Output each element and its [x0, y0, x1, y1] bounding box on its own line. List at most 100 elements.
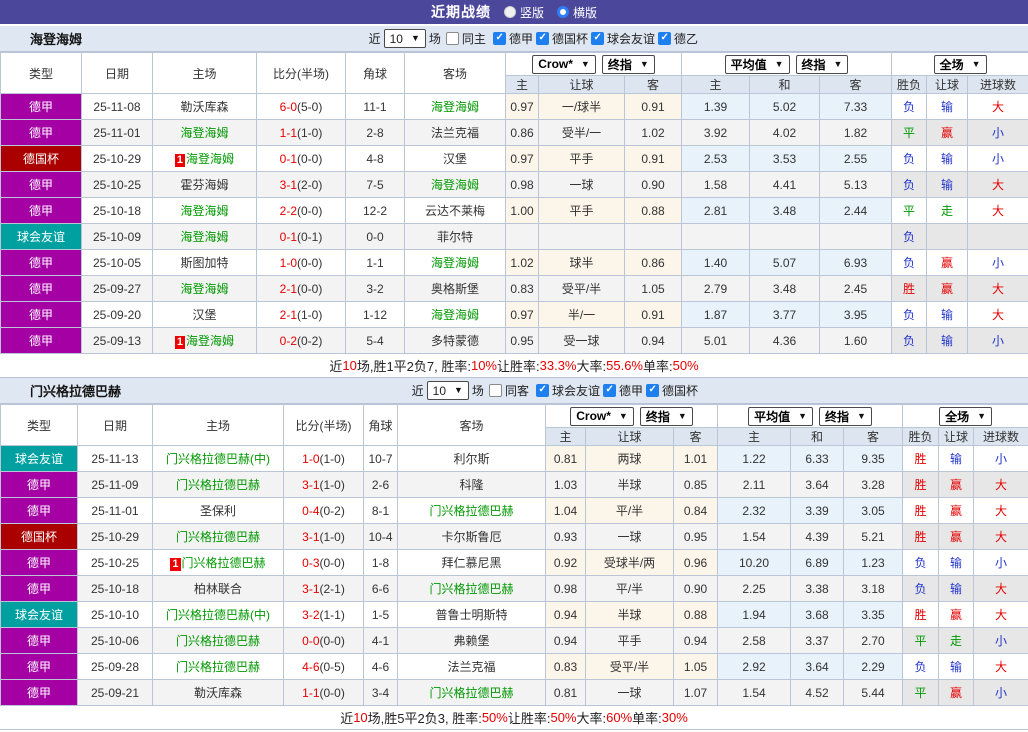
handicap-line: 受半/一 — [539, 120, 625, 146]
result-outcome: 负 — [892, 250, 927, 276]
handicap-away-odds: 1.05 — [674, 654, 718, 680]
home-team-name: 海登海姆 — [186, 152, 234, 166]
avg-home-odds: 1.58 — [682, 172, 750, 198]
match-type-badge: 球会友谊 — [1, 446, 78, 472]
home-team-name: 门兴格拉德巴赫(中) — [166, 608, 270, 622]
competition-label: 德国杯 — [662, 382, 698, 399]
competition-label: 德国杯 — [552, 30, 588, 47]
handicap-away-odds: 0.88 — [625, 198, 682, 224]
same-side-checkbox[interactable] — [489, 384, 502, 397]
handicap-home-odds: 0.81 — [546, 446, 586, 472]
handicap-line: 受平/半 — [586, 654, 674, 680]
fulltime-score: 1-1 — [302, 686, 319, 700]
col-header-type: 类型 — [1, 405, 78, 446]
avg-index-select[interactable]: 终指▼ — [819, 407, 872, 426]
col-header-type: 类型 — [1, 53, 82, 94]
table-row: 德甲25-10-06门兴格拉德巴赫0-0(0-0)4-1弗赖堡0.94平手0.9… — [1, 628, 1028, 654]
avg-draw-odds: 3.39 — [791, 498, 844, 524]
halftime-score: (1-0) — [297, 126, 322, 140]
home-team-name: 海登海姆 — [180, 282, 228, 296]
page-title: 近期战绩 — [431, 2, 491, 22]
result-outcome: 负 — [892, 146, 927, 172]
table-row: 德甲25-11-01海登海姆1-1(1-0)2-8法兰克福0.86受半/一1.0… — [1, 120, 1028, 146]
results-table-gladbach: 类型 日期 主场 比分(半场) 角球 客场 Crow*▼ 终指▼ 平均值▼ 终指… — [0, 404, 1028, 706]
fulltime-score: 0-1 — [280, 230, 297, 244]
avg-away-odds: 3.28 — [844, 472, 903, 498]
team-name: 门兴格拉德巴赫 — [0, 381, 121, 400]
scope-select[interactable]: 全场▼ — [939, 407, 992, 426]
scope-select[interactable]: 全场▼ — [934, 55, 987, 74]
handicap-away-odds: 0.95 — [674, 524, 718, 550]
home-team-cell: 1门兴格拉德巴赫 — [153, 550, 284, 576]
col-header-date: 日期 — [82, 53, 153, 94]
avg-draw-odds: 3.48 — [750, 198, 820, 224]
result-outcome: 负 — [903, 654, 939, 680]
layout-option-vertical[interactable]: 竖版 — [504, 4, 544, 21]
vertical-layout-radio[interactable] — [504, 6, 516, 18]
result-handicap: 输 — [939, 550, 974, 576]
home-team-name: 门兴格拉德巴赫 — [182, 556, 266, 570]
avg-select[interactable]: 平均值▼ — [725, 55, 790, 74]
competition-checkbox[interactable] — [493, 32, 506, 45]
chevron-down-icon: ▼ — [775, 60, 784, 69]
odds-source-select[interactable]: Crow*▼ — [532, 55, 596, 74]
handicap-home-odds: 0.93 — [546, 524, 586, 550]
away-team-cell: 门兴格拉德巴赫 — [398, 576, 546, 602]
corner-cell: 8-1 — [364, 498, 398, 524]
odds-index-select[interactable]: 终指▼ — [640, 407, 693, 426]
halftime-score: (0-0) — [297, 282, 322, 296]
odds-index-select[interactable]: 终指▼ — [602, 55, 655, 74]
score-cell: 3-1(2-0) — [257, 172, 346, 198]
away-team-cell: 云达不莱梅 — [405, 198, 506, 224]
avg-select[interactable]: 平均值▼ — [748, 407, 813, 426]
handicap-away-odds: 0.94 — [674, 628, 718, 654]
scope-select-group: 全场▼ — [903, 405, 1028, 428]
away-team-cell: 海登海姆 — [405, 172, 506, 198]
avg-index-select[interactable]: 终指▼ — [796, 55, 849, 74]
games-count-select[interactable]: 10▼ — [384, 29, 426, 48]
away-team-cell: 门兴格拉德巴赫 — [398, 680, 546, 706]
home-team-cell: 霍芬海姆 — [153, 172, 257, 198]
horizontal-layout-radio[interactable] — [557, 6, 569, 18]
same-side-checkbox[interactable] — [446, 32, 459, 45]
handicap-line: 一球 — [586, 680, 674, 706]
handicap-line: 一球 — [586, 524, 674, 550]
handicap-home-odds: 0.97 — [506, 302, 539, 328]
competition-label: 德乙 — [674, 30, 698, 47]
home-team-cell: 门兴格拉德巴赫(中) — [153, 446, 284, 472]
competition-checkbox[interactable] — [658, 32, 671, 45]
sub-header-odds-home: 主 — [506, 76, 539, 94]
table-row: 德国杯25-10-29门兴格拉德巴赫3-1(1-0)10-4卡尔斯鲁厄0.93一… — [1, 524, 1028, 550]
avg-away-odds: 5.13 — [820, 172, 892, 198]
away-team-cell: 菲尔特 — [405, 224, 506, 250]
home-team-cell: 柏林联合 — [153, 576, 284, 602]
handicap-line: 球半 — [539, 250, 625, 276]
result-outcome: 平 — [903, 680, 939, 706]
result-handicap: 输 — [927, 94, 968, 120]
avg-away-odds: 2.70 — [844, 628, 903, 654]
competition-checkbox[interactable] — [536, 384, 549, 397]
away-team-cell: 海登海姆 — [405, 302, 506, 328]
away-team-name: 普鲁士明斯特 — [435, 608, 507, 622]
competition-checkbox[interactable] — [591, 32, 604, 45]
sub-header-avg-home: 主 — [718, 428, 791, 446]
result-handicap — [927, 224, 968, 250]
games-count-select[interactable]: 10▼ — [427, 381, 469, 400]
competition-checkbox[interactable] — [646, 384, 659, 397]
score-cell: 6-0(5-0) — [257, 94, 346, 120]
competition-checkbox[interactable] — [536, 32, 549, 45]
table-row: 球会友谊25-10-10门兴格拉德巴赫(中)3-2(1-1)1-5普鲁士明斯特0… — [1, 602, 1028, 628]
fulltime-score: 4-6 — [302, 660, 319, 674]
sub-header-outcome: 胜负 — [903, 428, 939, 446]
score-cell: 2-2(0-0) — [257, 198, 346, 224]
handicap-away-odds: 0.91 — [625, 94, 682, 120]
halftime-score: (2-0) — [297, 178, 322, 192]
layout-option-horizontal[interactable]: 横版 — [557, 4, 597, 21]
result-outcome: 胜 — [903, 602, 939, 628]
table-row: 德国杯25-10-291海登海姆0-1(0-0)4-8汉堡0.97平手0.912… — [1, 146, 1028, 172]
sub-header-goals: 进球数 — [968, 76, 1028, 94]
odds-source-select[interactable]: Crow*▼ — [570, 407, 634, 426]
table-row: 德甲25-10-18海登海姆2-2(0-0)12-2云达不莱梅1.00平手0.8… — [1, 198, 1028, 224]
competition-checkbox[interactable] — [603, 384, 616, 397]
handicap-away-odds: 0.86 — [625, 250, 682, 276]
